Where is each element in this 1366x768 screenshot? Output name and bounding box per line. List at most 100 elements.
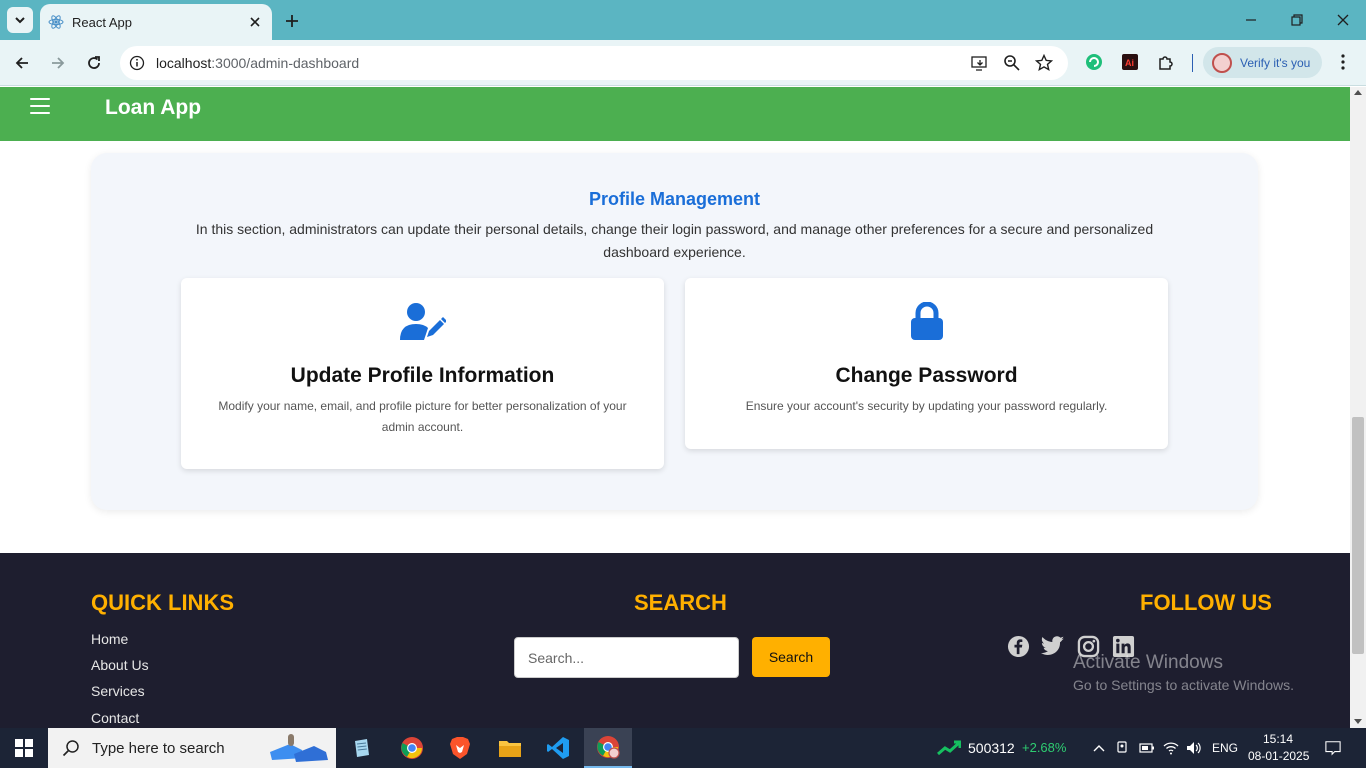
url-path: :3000/admin-dashboard bbox=[211, 55, 360, 71]
volume-icon[interactable] bbox=[1186, 740, 1202, 756]
browser-toolbar: localhost:3000/admin-dashboard Ai bbox=[0, 40, 1366, 86]
taskbar-chrome-app[interactable] bbox=[388, 728, 436, 768]
close-window-button[interactable] bbox=[1331, 8, 1355, 32]
user-edit-icon bbox=[399, 302, 446, 342]
new-tab-button[interactable] bbox=[280, 9, 304, 33]
toolbar-divider bbox=[1192, 54, 1193, 72]
stock-chart-icon bbox=[937, 740, 961, 756]
hamburger-menu-icon[interactable] bbox=[30, 98, 50, 114]
vscode-icon bbox=[547, 737, 569, 759]
update-profile-card[interactable]: Update Profile Information Modify your n… bbox=[181, 278, 664, 469]
notifications-icon[interactable] bbox=[1325, 740, 1341, 756]
search-heading: SEARCH bbox=[634, 590, 727, 615]
activate-windows-title: Activate Windows bbox=[1073, 652, 1223, 673]
adobe-acrobat-icon[interactable]: Ai bbox=[1120, 52, 1140, 72]
quick-links-heading: QUICK LINKS bbox=[91, 590, 234, 615]
close-icon[interactable] bbox=[246, 13, 264, 31]
profile-management-section: Profile Management In this section, admi… bbox=[91, 153, 1258, 510]
taskbar-brave-app[interactable] bbox=[436, 728, 484, 768]
url-text[interactable]: localhost:3000/admin-dashboard bbox=[156, 55, 359, 71]
browser-tab[interactable]: React App bbox=[40, 4, 272, 40]
brave-icon bbox=[450, 737, 470, 759]
section-description: In this section, administrators can upda… bbox=[195, 221, 1154, 260]
lock-icon bbox=[910, 302, 944, 342]
footer-link-contact[interactable]: Contact bbox=[91, 710, 139, 726]
verify-label: Verify it's you bbox=[1240, 55, 1311, 70]
scroll-down-arrow-icon[interactable] bbox=[1354, 719, 1362, 724]
start-button[interactable] bbox=[0, 728, 48, 768]
site-info-icon[interactable] bbox=[127, 53, 147, 73]
taskbar-search-placeholder: Type here to search bbox=[92, 739, 225, 757]
browser-tab-strip: React App bbox=[0, 0, 1366, 40]
taskbar-vscode-app[interactable] bbox=[534, 728, 582, 768]
chrome-icon bbox=[401, 737, 423, 759]
app-header: Loan App bbox=[0, 87, 1350, 141]
meet-now-icon[interactable] bbox=[1115, 740, 1131, 756]
chevron-down-icon bbox=[15, 17, 25, 24]
language-indicator[interactable]: ENG bbox=[1212, 741, 1238, 755]
search-icon bbox=[62, 740, 79, 757]
forward-button[interactable] bbox=[46, 51, 70, 75]
taskbar-file-explorer-app[interactable] bbox=[486, 728, 534, 768]
zoom-icon[interactable] bbox=[1002, 53, 1022, 73]
arrow-right-icon bbox=[52, 57, 65, 69]
card-title: Change Password bbox=[835, 364, 1018, 387]
page-scrollbar[interactable] bbox=[1350, 87, 1366, 728]
wifi-icon[interactable] bbox=[1163, 740, 1179, 756]
arrow-left-icon bbox=[15, 57, 28, 69]
install-app-icon[interactable] bbox=[970, 53, 990, 73]
page-viewport: Loan App Profile Management In this sect… bbox=[0, 87, 1350, 728]
restore-button[interactable] bbox=[1285, 8, 1309, 32]
clock-time[interactable]: 15:14 bbox=[1263, 732, 1293, 746]
change-password-card[interactable]: Change Password Ensure your account's se… bbox=[685, 278, 1168, 449]
card-title: Update Profile Information bbox=[290, 364, 555, 387]
stock-change: +2.68% bbox=[1022, 740, 1067, 755]
follow-us-heading: FOLLOW US bbox=[1140, 590, 1272, 615]
folder-icon bbox=[499, 741, 521, 757]
footer-link-services[interactable]: Services bbox=[91, 683, 145, 699]
windows-taskbar: Type here to search 500312 +2.68% ENG 15… bbox=[0, 728, 1366, 768]
battery-icon[interactable] bbox=[1139, 740, 1155, 756]
sneakers-search-highlight-icon bbox=[270, 734, 328, 762]
verify-profile-button[interactable]: Verify it's you bbox=[1203, 47, 1322, 78]
reload-icon bbox=[88, 56, 100, 69]
minimize-icon bbox=[1246, 19, 1256, 21]
footer-search-button[interactable]: Search bbox=[752, 637, 830, 677]
back-button[interactable] bbox=[10, 51, 34, 75]
extensions-puzzle-icon[interactable] bbox=[1156, 52, 1176, 72]
more-vertical-icon bbox=[1341, 54, 1345, 70]
site-footer: QUICK LINKS Home About Us Services Conta… bbox=[0, 553, 1350, 728]
activate-windows-subtitle: Go to Settings to activate Windows. bbox=[1073, 677, 1294, 693]
scrollbar-thumb[interactable] bbox=[1352, 417, 1364, 654]
tab-search-button[interactable] bbox=[7, 7, 33, 33]
taskbar-notepad-app[interactable] bbox=[338, 728, 386, 768]
taskbar-search-box[interactable]: Type here to search bbox=[48, 728, 336, 768]
twitter-icon[interactable] bbox=[1041, 634, 1065, 658]
footer-search-input[interactable] bbox=[514, 637, 739, 678]
address-bar[interactable]: localhost:3000/admin-dashboard bbox=[120, 46, 1068, 80]
svg-text:Ai: Ai bbox=[1125, 58, 1134, 68]
clock-date[interactable]: 08-01-2025 bbox=[1248, 749, 1309, 763]
grammar-extension-icon[interactable] bbox=[1084, 52, 1104, 72]
tab-title: React App bbox=[72, 14, 132, 30]
brand-title: Loan App bbox=[105, 96, 202, 119]
browser-menu-button[interactable] bbox=[1333, 52, 1353, 72]
chrome-profile-icon bbox=[597, 736, 620, 759]
scroll-up-arrow-icon[interactable] bbox=[1354, 90, 1362, 95]
restore-icon bbox=[1291, 14, 1303, 26]
url-host: localhost bbox=[156, 55, 212, 71]
windows-logo-icon bbox=[15, 739, 33, 757]
minimize-button[interactable] bbox=[1239, 8, 1263, 32]
card-description: Ensure your account's security by updati… bbox=[745, 399, 1108, 413]
footer-link-about[interactable]: About Us bbox=[91, 657, 149, 673]
bookmark-star-icon[interactable] bbox=[1034, 53, 1054, 73]
reload-button[interactable] bbox=[82, 51, 106, 75]
chevron-up-icon[interactable] bbox=[1091, 740, 1107, 756]
react-logo-icon bbox=[48, 15, 64, 29]
taskbar-chrome-active-app[interactable] bbox=[584, 728, 632, 768]
section-title: Profile Management bbox=[588, 189, 761, 209]
plus-icon bbox=[286, 15, 298, 27]
stock-value[interactable]: 500312 bbox=[968, 740, 1015, 756]
facebook-icon[interactable] bbox=[1006, 634, 1030, 658]
footer-link-home[interactable]: Home bbox=[91, 631, 128, 647]
